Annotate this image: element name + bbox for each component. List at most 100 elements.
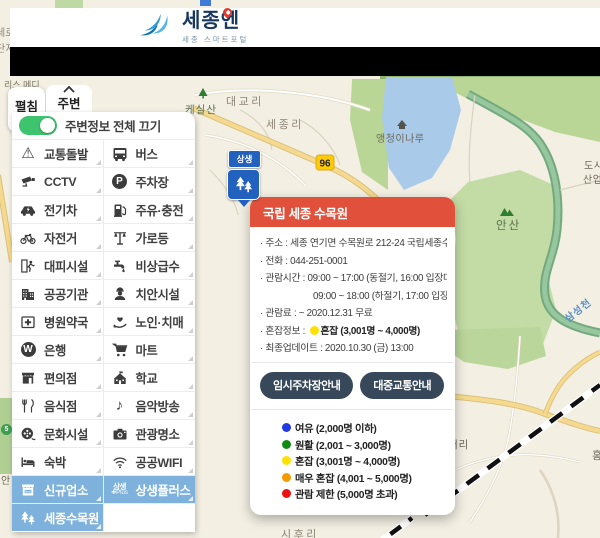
legend-dot-yellow: [282, 456, 291, 465]
layer-item-lodging[interactable]: 숙박: [12, 447, 104, 475]
detail-hours-2: 09:00 ~ 18:00 (하절기, 17:00 입장마감): [260, 288, 447, 306]
poi-popup: 국립 세종 수목원 · 주소 : 세종 연기면 수목원로 212-24 국립세종…: [250, 197, 455, 515]
layer-grid: ⚠ 교통돌발 버스 CCTV P 주차장 전기차 주유·충전 자전거: [12, 139, 195, 531]
layer-item-bus[interactable]: 버스: [104, 139, 196, 167]
legend-item: 혼잡 (3,001명 ~ 4,000명): [282, 453, 455, 470]
layer-item-music-broadcast[interactable]: ♪ 음악방송: [104, 391, 196, 419]
new-store-icon: New: [19, 481, 37, 498]
map-label-ansan: 안산: [496, 217, 521, 233]
legend-dot-red: [282, 489, 291, 498]
pine-trees-icon: [19, 509, 37, 526]
map-label-sejongri: 세종리: [266, 116, 304, 132]
wifi-icon: [111, 453, 129, 470]
layer-item-bicycle[interactable]: 자전거: [12, 223, 104, 251]
sangsaeng-plus-logo-icon: 상생✚Plus: [111, 481, 129, 498]
wing-logo-icon: [138, 11, 176, 39]
map-viewport[interactable]: 96 대교리 세종리 케실산 앵청이나루 안산 도시 산업 삼성천 래리 홍 시…: [0, 0, 600, 538]
chevron-up-icon: [63, 86, 75, 93]
popup-details: · 주소 : 세종 연기면 수목원로 212-24 국립세종수목원 · 전화 :…: [250, 227, 455, 362]
popup-buttons: 임시주차장안내 대중교통안내: [250, 363, 455, 409]
empty-cell: [104, 503, 196, 531]
fuel-pump-icon: [111, 201, 129, 218]
map-label-saneop: 산업: [583, 171, 600, 186]
bicycle-icon: [19, 229, 37, 246]
popup-title: 국립 세종 수목원: [263, 203, 348, 222]
logo-subtitle: 세종 스마트포털: [182, 34, 248, 45]
marker-tail: [238, 200, 250, 207]
layer-item-hospital-pharmacy[interactable]: 병원약국: [12, 307, 104, 335]
layer-item-culture[interactable]: 문화시설: [12, 419, 104, 447]
detail-address: · 주소 : 세종 연기면 수목원로 212-24 국립세종수목원: [260, 235, 447, 253]
layer-item-restaurant[interactable]: 음식점: [12, 391, 104, 419]
detail-hours: · 관람시간 : 09:00 ~ 17:00 (동절기, 16:00 입장마감): [260, 270, 447, 288]
layer-item-tourist-spot[interactable]: 관광명소: [104, 419, 196, 447]
parking-icon: P: [111, 173, 129, 190]
route-badge-96: 96: [316, 155, 334, 170]
layer-item-cctv[interactable]: CCTV: [12, 167, 104, 195]
police-officer-icon: [111, 285, 129, 302]
public-transport-button[interactable]: 대중교통안내: [360, 372, 444, 399]
music-note-icon: ♪: [111, 397, 129, 414]
warning-icon: ⚠: [19, 145, 37, 162]
film-reel-icon: [19, 425, 37, 442]
camera-icon: [111, 425, 129, 442]
popup-header: 국립 세종 수목원: [250, 197, 455, 227]
layer-item-sejong-arboretum[interactable]: 세종수목원: [12, 503, 104, 531]
map-label-aengcheonginaru: 앵청이나루: [376, 130, 425, 145]
layer-item-senior-care[interactable]: 노인·치매: [104, 307, 196, 335]
app-header: 세종엔 세종 스마트포털: [10, 8, 600, 47]
toggle-label: 주변정보 전체 끄기: [65, 116, 161, 135]
temp-parking-button[interactable]: 임시주차장안내: [260, 372, 353, 399]
legend-item: 여유 (2,000명 이하): [282, 420, 455, 437]
emergency-exit-icon: [19, 257, 37, 274]
layer-item-public-wifi[interactable]: 공공WIFI: [104, 447, 196, 475]
layer-item-traffic-incident[interactable]: ⚠ 교통돌발: [12, 139, 104, 167]
all-layers-toggle[interactable]: [19, 116, 57, 135]
school-icon: [111, 369, 129, 386]
route-badge-small: 5: [1, 424, 12, 435]
legend-item: 관람 제한 (5,000명 초과): [282, 486, 455, 503]
detail-fee: · 관람료 : ~ 2020.12.31 무료: [260, 305, 447, 323]
layer-sidebar: 주변정보 전체 끄기 ⚠ 교통돌발 버스 CCTV P 주차장 전기차 주유·충…: [12, 112, 195, 532]
layer-item-shelter[interactable]: 대피시설: [12, 251, 104, 279]
sangsaeng-badge: 상생: [228, 150, 261, 168]
map-label-daegyori: 대교리: [226, 93, 264, 109]
layer-item-police[interactable]: 치안시설: [104, 279, 196, 307]
detail-updated: · 최종업데이트 : 2020.10.30 (금) 13:00: [260, 340, 447, 358]
layer-item-bank[interactable]: W 은행: [12, 335, 104, 363]
layer-item-emergency-water[interactable]: 비상급수: [104, 251, 196, 279]
layer-item-mart[interactable]: 마트: [104, 335, 196, 363]
fork-knife-icon: [19, 397, 37, 414]
map-label-dosi: 도시: [584, 157, 600, 172]
redacted-menu-bar: [10, 47, 600, 76]
layer-item-convenience-store[interactable]: 편의점: [12, 363, 104, 391]
logo-title: 세종엔: [182, 11, 248, 31]
legend-dot-green: [282, 440, 291, 449]
bus-icon: [111, 145, 129, 162]
streetlamp-icon: [111, 229, 129, 246]
layer-item-new-business[interactable]: New 신규업소: [12, 475, 104, 503]
nearby-tab[interactable]: 주변: [46, 85, 92, 113]
congestion-legend: 여유 (2,000명 이하) 원활 (2,001 ~ 3,000명) 혼잡 (3…: [250, 410, 455, 516]
trees-pin-icon: [227, 169, 260, 200]
layer-item-public-institution[interactable]: 공공기관: [12, 279, 104, 307]
layer-item-sangsaeng-plus[interactable]: 상생✚Plus 상생플러스: [104, 475, 196, 503]
layer-item-streetlamp[interactable]: 가로등: [104, 223, 196, 251]
layer-item-school[interactable]: 학교: [104, 363, 196, 391]
cctv-icon: [19, 173, 37, 190]
hand-heart-icon: [111, 313, 129, 330]
layer-item-fuel-charging[interactable]: 주유·충전: [104, 195, 196, 223]
app-logo[interactable]: 세종엔 세종 스마트포털: [138, 11, 248, 45]
legend-dot-blue: [282, 423, 291, 432]
layer-item-parking[interactable]: P 주차장: [104, 167, 196, 195]
legend-dot-orange: [282, 473, 291, 482]
map-label-hong: 홍: [592, 447, 600, 463]
layer-item-ev-car[interactable]: 전기차: [12, 195, 104, 223]
faucet-icon: [111, 257, 129, 274]
arboretum-map-marker[interactable]: 상생: [227, 150, 261, 207]
legend-item: 원활 (2,001 ~ 3,000명): [282, 436, 455, 453]
legend-item: 매우 혼잡 (4,001 ~ 5,000명): [282, 469, 455, 486]
ev-car-icon: [19, 201, 37, 218]
clipped-marker: [200, 0, 211, 6]
hospital-cross-icon: [19, 313, 37, 330]
